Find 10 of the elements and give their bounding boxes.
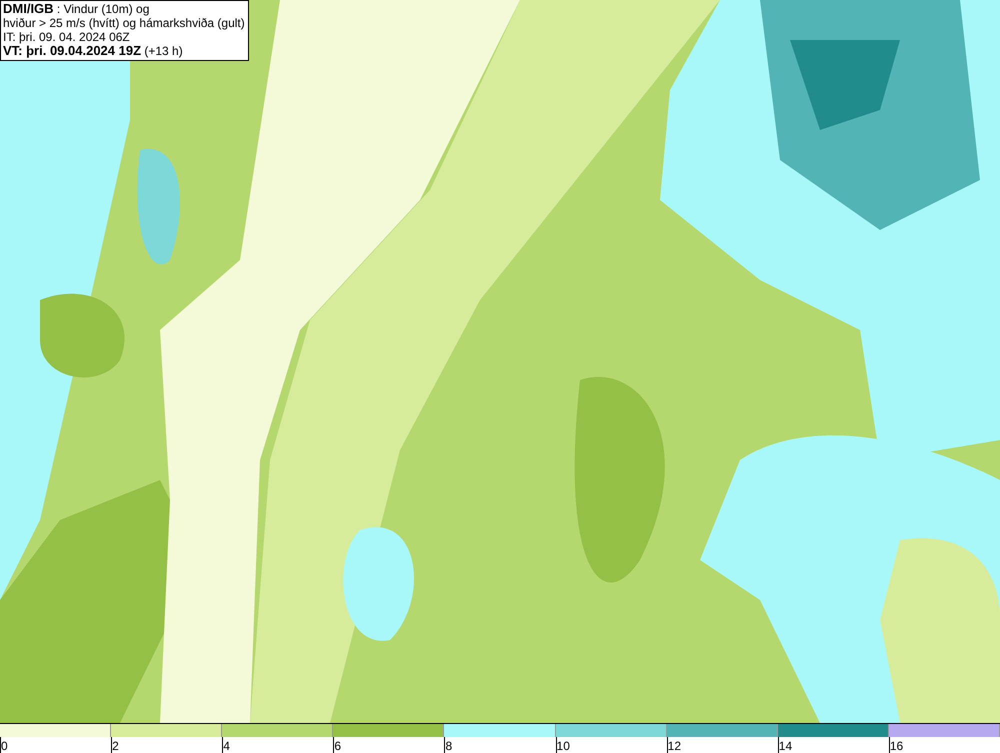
legend-tick-label: 4 [222,737,230,753]
legend-tick-label: 12 [666,737,682,753]
legend-tick-label: 2 [111,737,119,753]
map-info-box: DMI/IGB : Vindur (10m) og hviður > 25 m/s (hvítt) og hámarkshviða (gult) IT: þri. 09. 04. 2024 06Z VT: þri. 09.04.2024 19Z (+13 h) [0,0,249,61]
legend-tick-label: 16 [888,737,904,753]
legend-tick-label: 0 [0,737,8,753]
legend-tick-label: 14 [778,737,792,753]
legend-tick-label: 10 [556,737,570,753]
legend-tick-label: 6 [333,737,342,753]
legend-tick-label: 8 [444,737,452,753]
